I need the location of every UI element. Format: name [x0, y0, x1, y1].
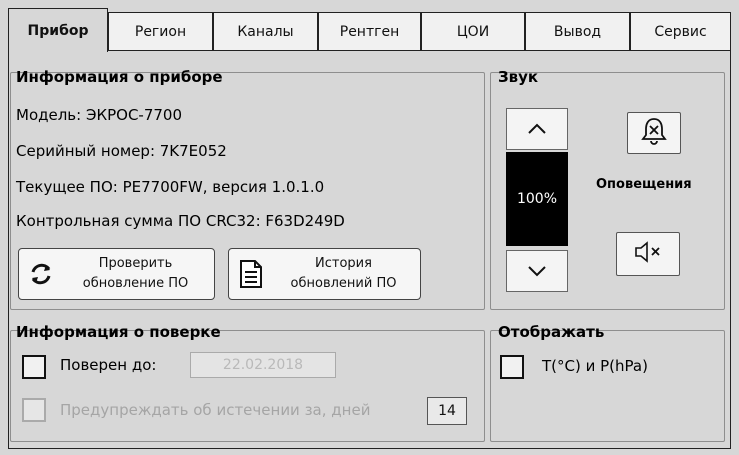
bell-mute-icon [641, 116, 667, 150]
volume-text: 100% [516, 191, 558, 207]
sound-title: Звук [498, 68, 539, 86]
tp-label: T(°C) и P(hPa) [542, 357, 648, 375]
firmware-text: Текущее ПО: PE7700FW, версия 1.0.1.0 [16, 178, 325, 196]
calibration-group [10, 330, 485, 442]
update-history-button[interactable]: История обновлений ПО [228, 248, 421, 300]
tab-service[interactable]: Сервис [630, 12, 731, 50]
chevron-up-icon [527, 120, 547, 139]
model-text: Модель: ЭКРОС-7700 [16, 106, 183, 124]
display-group [490, 330, 725, 442]
warn-days-value: 14 [438, 403, 456, 419]
notifications-button[interactable] [627, 112, 681, 154]
chevron-down-icon [527, 262, 547, 281]
checksum-text: Контрольная сумма ПО CRC32: F63D249D [16, 212, 345, 230]
verified-checkbox[interactable] [22, 355, 46, 379]
calibration-title: Информация о поверке [16, 323, 221, 341]
tp-checkbox[interactable] [500, 355, 524, 379]
tab-bar: Прибор Регион Каналы Рентген ЦОИ Вывод С… [8, 8, 731, 52]
check-update-label: Проверить обновление ПО [82, 256, 189, 291]
check-update-button[interactable]: Проверить обновление ПО [18, 248, 215, 300]
tab-coi[interactable]: ЦОИ [421, 12, 525, 50]
verified-until-value: 22.02.2018 [222, 357, 304, 373]
warn-days-field[interactable]: 14 [427, 397, 467, 425]
notifications-label: Оповещения [596, 177, 692, 192]
tab-device[interactable]: Прибор [8, 8, 108, 52]
volume-down-button[interactable] [506, 250, 568, 292]
volume-level: 100% [506, 152, 568, 246]
device-info-title: Информация о приборе [16, 68, 223, 86]
speaker-mute-icon [633, 241, 663, 267]
verified-until-label: Поверен до: [60, 356, 157, 374]
warn-expiry-label: Предупреждать об истечении за, дней [60, 401, 371, 419]
volume-up-button[interactable] [506, 108, 568, 150]
tab-output[interactable]: Вывод [525, 12, 630, 50]
tab-region[interactable]: Регион [108, 12, 213, 50]
tab-xray[interactable]: Рентген [318, 12, 421, 50]
tab-channels[interactable]: Каналы [213, 12, 318, 50]
mute-button[interactable] [616, 232, 680, 276]
display-title: Отображать [498, 323, 605, 341]
verified-until-field[interactable]: 22.02.2018 [190, 352, 336, 378]
document-icon [229, 259, 273, 289]
serial-text: Серийный номер: 7K7E052 [16, 142, 227, 160]
update-history-label: История обновлений ПО [290, 256, 397, 291]
refresh-icon [19, 260, 63, 288]
warn-expiry-checkbox[interactable] [22, 398, 46, 422]
